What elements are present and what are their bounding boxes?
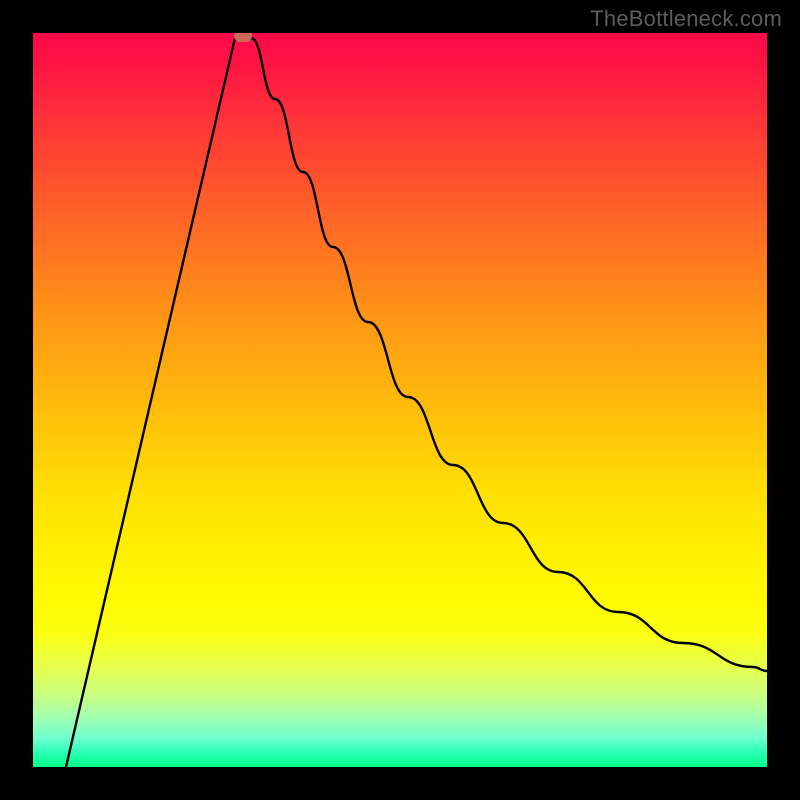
curve-left-segment [66,38,235,767]
plot-area [33,33,767,767]
chart-frame: TheBottleneck.com [0,0,800,800]
minimum-marker [234,33,252,42]
watermark-text: TheBottleneck.com [590,6,782,32]
curve-right-segment [251,38,767,671]
bottleneck-curve [33,33,767,767]
